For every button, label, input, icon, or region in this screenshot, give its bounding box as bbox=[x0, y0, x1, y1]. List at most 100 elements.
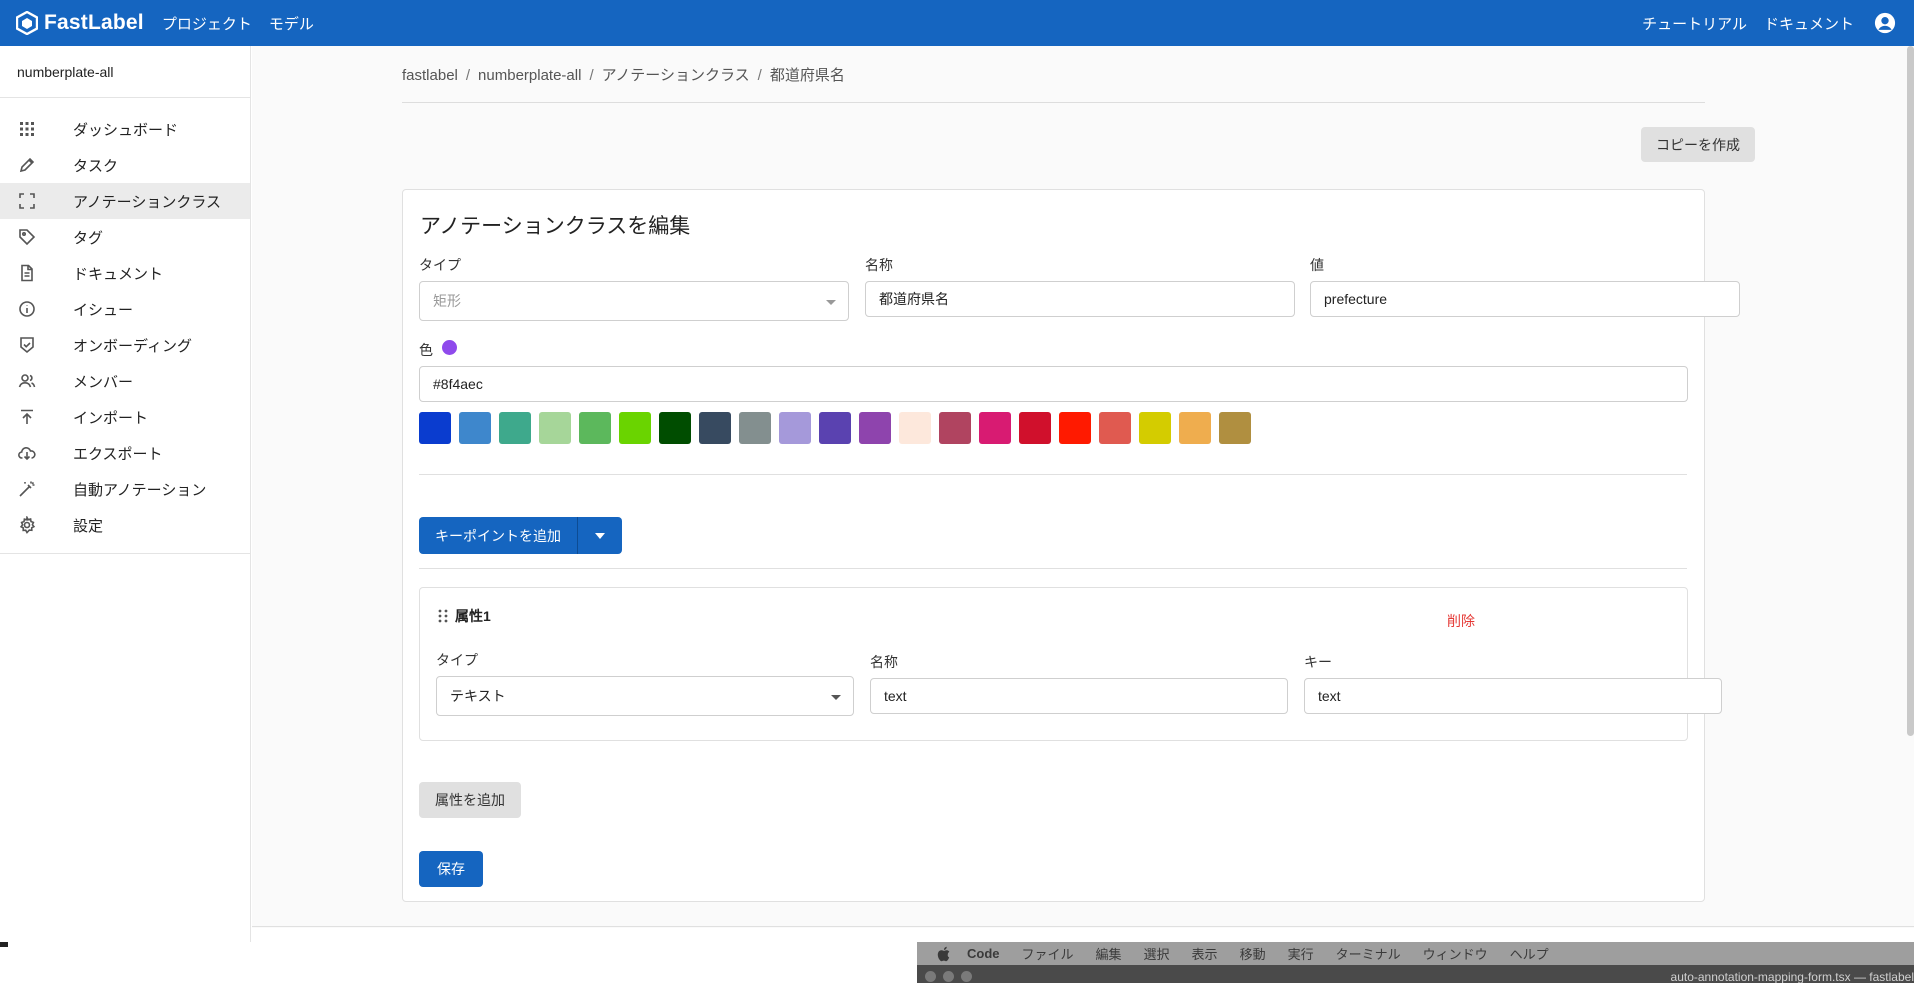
drag-handle-icon[interactable] bbox=[437, 609, 449, 623]
color-swatch[interactable] bbox=[1019, 412, 1051, 444]
attribute-name-input[interactable]: text bbox=[870, 678, 1288, 714]
fastlabel-logo-icon bbox=[16, 11, 38, 35]
create-copy-button[interactable]: コピーを作成 bbox=[1641, 127, 1755, 162]
color-swatch[interactable] bbox=[979, 412, 1011, 444]
menubar-selection[interactable]: 選択 bbox=[1144, 944, 1170, 963]
name-label: 名称 bbox=[865, 257, 893, 273]
breadcrumb-annotation-classes[interactable]: アノテーションクラス bbox=[602, 67, 750, 84]
type-label: タイプ bbox=[419, 257, 461, 273]
color-swatches bbox=[419, 412, 1259, 444]
add-keypoint-split-button: キーポイントを追加 bbox=[419, 517, 622, 554]
sidebar-item-settings[interactable]: 設定 bbox=[0, 507, 250, 543]
window-minimize-button[interactable] bbox=[943, 971, 954, 982]
macos-menubar: Code ファイル 編集 選択 表示 移動 実行 ターミナル ウィンドウ ヘルプ bbox=[917, 942, 1914, 965]
attribute-type-label: タイプ bbox=[436, 652, 478, 668]
add-keypoint-dropdown-toggle[interactable] bbox=[578, 517, 622, 554]
color-swatch[interactable] bbox=[1179, 412, 1211, 444]
sidebar-item-auto-annotation[interactable]: 自動アノテーション bbox=[0, 471, 250, 507]
sidebar-item-export[interactable]: エクスポート bbox=[0, 435, 250, 471]
sidebar-item-tags[interactable]: タグ bbox=[0, 219, 250, 255]
color-swatch[interactable] bbox=[859, 412, 891, 444]
color-swatch[interactable] bbox=[699, 412, 731, 444]
sidebar-item-tasks[interactable]: タスク bbox=[0, 147, 250, 183]
menubar-terminal[interactable]: ターミナル bbox=[1336, 944, 1401, 963]
color-swatch[interactable] bbox=[419, 412, 451, 444]
color-swatch[interactable] bbox=[1219, 412, 1251, 444]
sidebar-item-annotation-classes[interactable]: アノテーションクラス bbox=[0, 183, 250, 219]
attribute-key-input[interactable]: text bbox=[1304, 678, 1722, 714]
document-icon bbox=[21, 264, 33, 282]
color-swatch[interactable] bbox=[539, 412, 571, 444]
color-swatch[interactable] bbox=[739, 412, 771, 444]
shield-check-icon bbox=[20, 337, 34, 354]
nav-projects[interactable]: プロジェクト bbox=[162, 13, 252, 34]
color-swatch[interactable] bbox=[459, 412, 491, 444]
breadcrumb-divider bbox=[402, 102, 1705, 103]
color-swatch[interactable] bbox=[1139, 412, 1171, 444]
color-swatch[interactable] bbox=[659, 412, 691, 444]
color-input[interactable]: #8f4aec bbox=[419, 366, 1688, 402]
sidebar-item-documents[interactable]: ドキュメント bbox=[0, 255, 250, 291]
sidebar-item-label: インポート bbox=[73, 409, 149, 427]
window-title: auto-annotation-mapping-form.tsx — fastl… bbox=[1670, 970, 1914, 983]
color-swatch[interactable] bbox=[819, 412, 851, 444]
color-swatch[interactable] bbox=[899, 412, 931, 444]
color-swatch[interactable] bbox=[619, 412, 651, 444]
menubar-window[interactable]: ウィンドウ bbox=[1423, 944, 1488, 963]
page-title: アノテーションクラスを編集 bbox=[420, 215, 691, 238]
value-input-value: prefecture bbox=[1324, 291, 1388, 307]
sidebar-item-import[interactable]: インポート bbox=[0, 399, 250, 435]
project-name[interactable]: numberplate-all bbox=[0, 46, 250, 98]
sidebar-item-label: エクスポート bbox=[73, 445, 163, 463]
menubar-view[interactable]: 表示 bbox=[1192, 944, 1218, 963]
chevron-down-icon bbox=[826, 300, 836, 305]
window-close-button[interactable] bbox=[925, 971, 936, 982]
menubar-app-name[interactable]: Code bbox=[967, 946, 1000, 961]
apple-logo-icon[interactable] bbox=[937, 946, 951, 962]
pencil-icon bbox=[19, 157, 35, 173]
menubar-file[interactable]: ファイル bbox=[1022, 944, 1074, 963]
magic-wand-icon bbox=[19, 481, 35, 497]
account-icon[interactable] bbox=[1874, 12, 1896, 34]
window-zoom-button[interactable] bbox=[961, 971, 972, 982]
sidebar-item-members[interactable]: メンバー bbox=[0, 363, 250, 399]
color-swatch[interactable] bbox=[779, 412, 811, 444]
sidebar-item-onboarding[interactable]: オンボーディング bbox=[0, 327, 250, 363]
add-keypoint-button[interactable]: キーポイントを追加 bbox=[419, 517, 578, 554]
menubar-run[interactable]: 実行 bbox=[1288, 944, 1314, 963]
delete-attribute-button[interactable]: 削除 bbox=[1447, 611, 1475, 631]
nav-models[interactable]: モデル bbox=[269, 13, 314, 34]
sidebar-item-dashboard[interactable]: ダッシュボード bbox=[0, 111, 250, 147]
tag-icon bbox=[19, 229, 36, 246]
attribute-type-select[interactable]: テキスト bbox=[436, 676, 854, 716]
name-input[interactable]: 都道府県名 bbox=[865, 281, 1295, 317]
color-swatch[interactable] bbox=[1099, 412, 1131, 444]
menubar-help[interactable]: ヘルプ bbox=[1510, 944, 1549, 963]
sidebar-item-label: タスク bbox=[73, 157, 119, 175]
color-label: 色 bbox=[419, 342, 433, 358]
color-swatch[interactable] bbox=[499, 412, 531, 444]
nav-documents[interactable]: ドキュメント bbox=[1764, 13, 1854, 34]
breadcrumb-project[interactable]: numberplate-all bbox=[478, 67, 581, 84]
color-swatch[interactable] bbox=[939, 412, 971, 444]
caret-down-icon bbox=[595, 533, 605, 539]
color-swatch[interactable] bbox=[1059, 412, 1091, 444]
save-button[interactable]: 保存 bbox=[419, 851, 483, 887]
vscode-window-titlebar: auto-annotation-mapping-form.tsx — fastl… bbox=[917, 965, 1914, 983]
value-input[interactable]: prefecture bbox=[1310, 281, 1740, 317]
logo[interactable]: FastLabel bbox=[16, 11, 144, 35]
footer-divider bbox=[252, 926, 1914, 927]
color-swatch[interactable] bbox=[579, 412, 611, 444]
sidebar: numberplate-all ダッシュボード タスク アノテーションクラス タ… bbox=[0, 46, 251, 942]
type-select-value: 矩形 bbox=[433, 293, 461, 309]
type-select[interactable]: 矩形 bbox=[419, 281, 849, 321]
breadcrumb-workspace[interactable]: fastlabel bbox=[402, 67, 458, 84]
menubar-go[interactable]: 移動 bbox=[1240, 944, 1266, 963]
menubar-edit[interactable]: 編集 bbox=[1096, 944, 1122, 963]
info-icon bbox=[19, 301, 35, 317]
add-attribute-button[interactable]: 属性を追加 bbox=[419, 782, 521, 818]
sidebar-item-issues[interactable]: イシュー bbox=[0, 291, 250, 327]
attribute-type-value: テキスト bbox=[450, 688, 506, 704]
page-scrollbar[interactable] bbox=[1907, 46, 1914, 736]
nav-tutorial[interactable]: チュートリアル bbox=[1642, 13, 1747, 34]
